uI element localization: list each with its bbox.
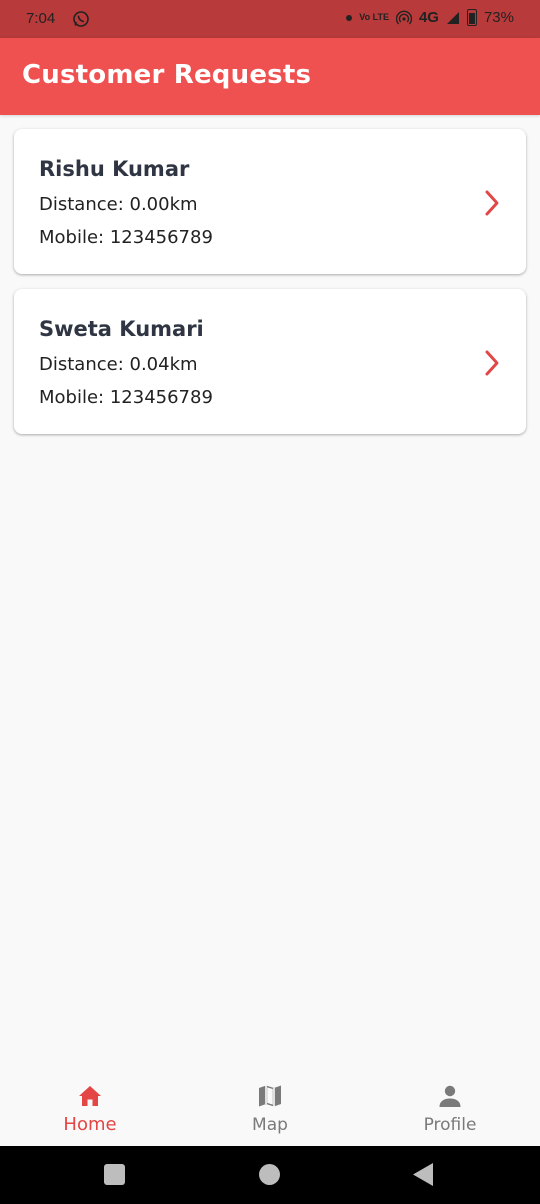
dot-icon <box>346 14 353 21</box>
status-bar: 7:04 Vo LTE 4G 73% <box>0 0 540 38</box>
customer-distance: Distance: 0.00km <box>39 194 198 215</box>
bottom-nav: Home Map Profile <box>0 1066 540 1146</box>
customer-mobile: Mobile: 123456789 <box>39 387 213 408</box>
page-title: Customer Requests <box>22 60 312 90</box>
chevron-right-icon[interactable] <box>482 189 502 217</box>
back-button[interactable] <box>412 1162 434 1187</box>
customer-name: Rishu Kumar <box>39 157 190 181</box>
customer-distance: Distance: 0.04km <box>39 354 198 375</box>
home-button[interactable] <box>259 1164 280 1185</box>
nav-item-profile[interactable]: Profile <box>360 1066 540 1146</box>
nav-label-map: Map <box>252 1115 288 1135</box>
status-time: 7:04 <box>26 10 56 27</box>
request-card[interactable]: Sweta Kumari Distance: 0.04km Mobile: 12… <box>14 289 526 434</box>
whatsapp-icon <box>73 11 89 27</box>
signal-icon <box>446 11 459 24</box>
system-nav-bar <box>0 1146 540 1204</box>
request-card[interactable]: Rishu Kumar Distance: 0.00km Mobile: 123… <box>14 129 526 274</box>
person-icon <box>439 1085 461 1107</box>
app-bar: Customer Requests <box>0 38 540 115</box>
network-type: 4G <box>418 9 439 26</box>
nav-item-home[interactable]: Home <box>0 1066 180 1146</box>
battery-icon <box>466 9 477 26</box>
customer-name: Sweta Kumari <box>39 317 204 341</box>
nav-label-profile: Profile <box>423 1115 477 1135</box>
customer-mobile: Mobile: 123456789 <box>39 227 213 248</box>
home-icon <box>79 1086 101 1106</box>
nav-item-map[interactable]: Map <box>180 1066 360 1146</box>
status-icons: Vo LTE 4G 73% <box>346 9 514 26</box>
volte-icon: Vo LTE <box>359 12 389 22</box>
hotspot-icon <box>395 10 412 24</box>
nav-label-home: Home <box>63 1114 117 1135</box>
recents-button[interactable] <box>104 1164 125 1185</box>
map-icon <box>259 1085 281 1107</box>
chevron-right-icon[interactable] <box>482 349 502 377</box>
battery-percent: 73% <box>483 9 514 26</box>
